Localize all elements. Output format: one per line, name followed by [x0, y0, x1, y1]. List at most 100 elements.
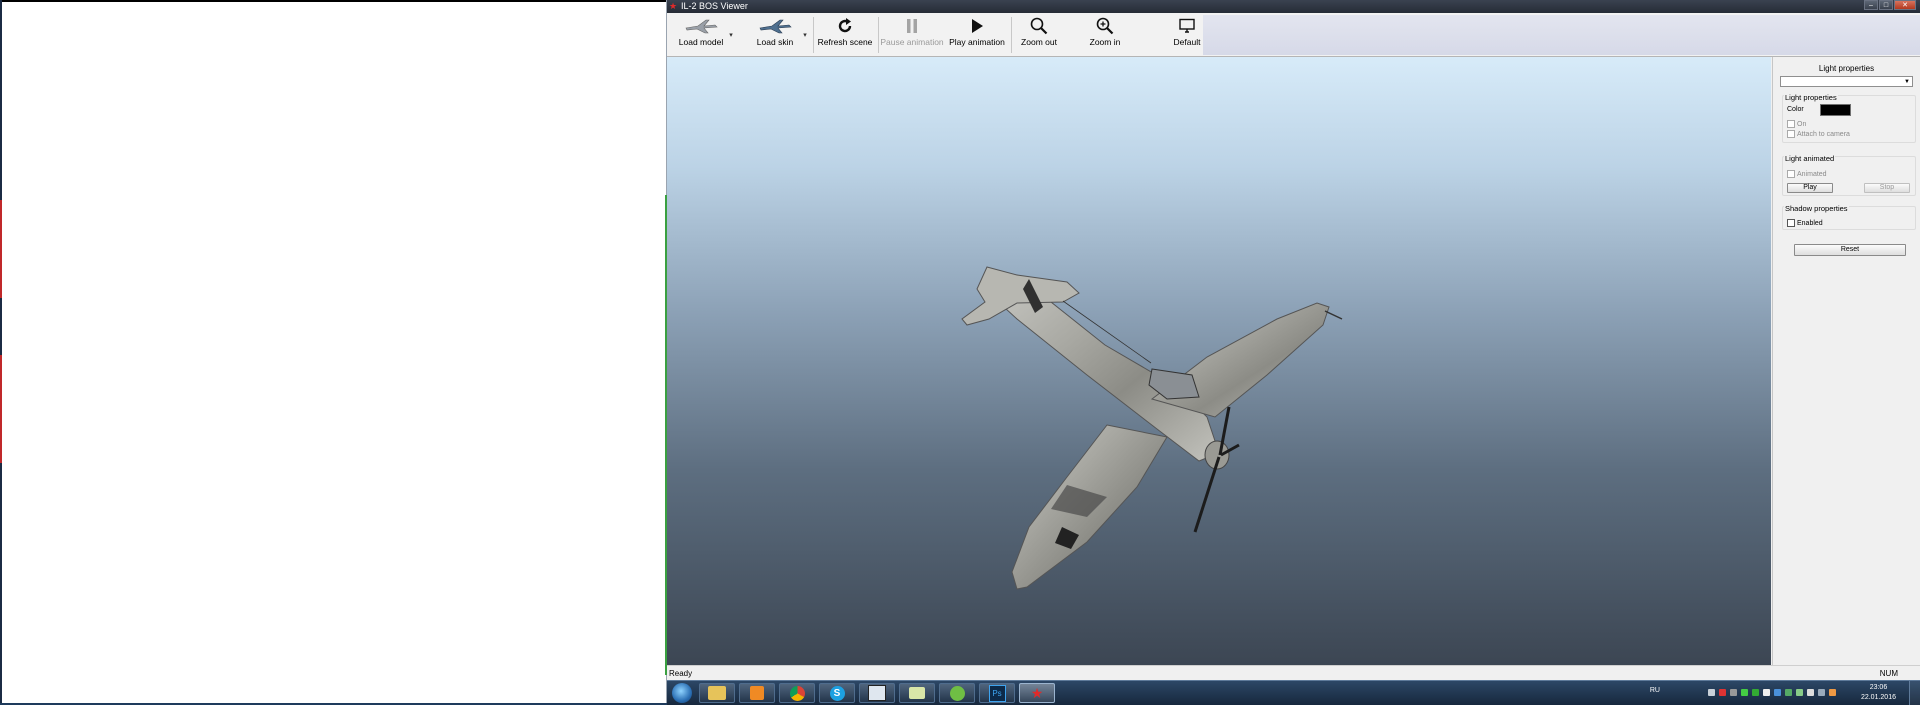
tray-icon[interactable]: [1807, 689, 1814, 696]
folder-icon: [909, 687, 925, 699]
taskbar-il2-viewer[interactable]: ★: [1019, 683, 1055, 703]
taskbar-utorrent[interactable]: [939, 683, 975, 703]
skype-icon: S: [829, 685, 845, 701]
minimize-button[interactable]: –: [1864, 0, 1878, 10]
on-checkbox[interactable]: On: [1787, 120, 1806, 128]
color-label: Color: [1787, 106, 1804, 113]
status-text: Ready: [669, 669, 693, 678]
load-skin-button[interactable]: Load skin: [753, 15, 797, 53]
monitor-icon: [1178, 15, 1196, 37]
edge-mark: [0, 355, 2, 463]
tray-icon[interactable]: [1774, 689, 1781, 696]
taskbar-folder[interactable]: [899, 683, 935, 703]
maximize-icon: □: [1883, 2, 1889, 9]
background-window: [0, 0, 667, 703]
media-player-icon: [750, 686, 764, 700]
default-view-label: Default: [1173, 37, 1201, 47]
clock[interactable]: 23:06 22.01.2016: [1861, 683, 1896, 703]
checkbox-box: [1787, 120, 1795, 128]
stop-button[interactable]: Stop: [1864, 183, 1910, 193]
tray-icon[interactable]: [1829, 689, 1836, 696]
tray-icon[interactable]: [1741, 689, 1748, 696]
maximize-button[interactable]: □: [1879, 0, 1893, 10]
3d-viewport[interactable]: [667, 57, 1771, 665]
pause-icon: [905, 15, 919, 37]
zoom-out-label: Zoom out: [1021, 37, 1057, 47]
attach-camera-checkbox[interactable]: Attach to camera: [1787, 130, 1850, 138]
group-title: Light properties: [1784, 93, 1838, 102]
airplane-icon: [684, 15, 718, 37]
load-skin-dropdown[interactable]: ▾: [801, 31, 809, 41]
tray-icon[interactable]: [1818, 689, 1825, 696]
file-explorer-icon: [708, 686, 726, 700]
refresh-icon: [836, 15, 854, 37]
toolbar-separator: [1011, 17, 1012, 53]
taskbar-download-manager[interactable]: [859, 683, 895, 703]
language-indicator[interactable]: RU: [1650, 687, 1660, 694]
taskbar: S Ps ★ RU 23:06 22.01.2016: [667, 680, 1920, 705]
shadow-enabled-label: Enabled: [1797, 219, 1823, 227]
refresh-scene-button[interactable]: Refresh scene: [817, 15, 873, 53]
reset-button[interactable]: Reset: [1794, 244, 1906, 256]
animated-checkbox[interactable]: Animated: [1787, 170, 1827, 178]
zoom-in-icon: [1096, 15, 1114, 37]
default-view-button[interactable]: Default: [1171, 15, 1203, 53]
load-model-button[interactable]: Load model: [678, 15, 724, 53]
tray-icon[interactable]: [1708, 689, 1715, 696]
toolbar-separator: [878, 17, 879, 53]
tray-icon[interactable]: [1752, 689, 1759, 696]
tray-icon[interactable]: [1785, 689, 1792, 696]
color-swatch[interactable]: [1820, 104, 1851, 116]
pause-animation-label: Pause animation: [880, 37, 944, 47]
zoom-out-icon: [1030, 15, 1048, 37]
load-skin-label: Load skin: [756, 37, 794, 47]
load-model-label: Load model: [678, 37, 724, 47]
play-button[interactable]: Play: [1787, 183, 1833, 193]
close-button[interactable]: ✕: [1894, 0, 1916, 10]
toolbar-filler: [1203, 15, 1920, 55]
close-icon: ✕: [1902, 2, 1908, 9]
tray-icon[interactable]: [1763, 689, 1770, 696]
minimize-icon: –: [1869, 2, 1873, 9]
utorrent-icon: [949, 685, 965, 701]
on-label: On: [1797, 120, 1807, 128]
chrome-icon: [789, 685, 805, 701]
pause-animation-button[interactable]: Pause animation: [880, 15, 944, 53]
light-select[interactable]: ▼: [1780, 76, 1913, 87]
play-animation-button[interactable]: Play animation: [948, 15, 1006, 53]
zoom-out-button[interactable]: Zoom out: [1016, 15, 1062, 53]
group-title: Shadow properties: [1784, 204, 1849, 213]
taskbar-chrome[interactable]: [779, 683, 815, 703]
toolbar-separator: [813, 17, 814, 53]
chevron-down-icon: ▾: [729, 32, 733, 39]
light-properties-group: Light properties Color On Attach to came…: [1782, 93, 1916, 143]
num-lock-indicator: NUM: [1879, 669, 1898, 678]
shadow-enabled-checkbox[interactable]: Enabled: [1787, 219, 1823, 227]
taskbar-skype[interactable]: S: [819, 683, 855, 703]
window-edge: [2, 0, 666, 2]
toolbar: Load model ▾ Load skin ▾ Refresh scene P…: [667, 13, 1920, 57]
tray-icon[interactable]: [1719, 689, 1726, 696]
system-tray: RU 23:06 22.01.2016: [1620, 681, 1920, 705]
tray-icon[interactable]: [1730, 689, 1737, 696]
title-bar: ★ IL-2 BOS Viewer – □ ✕: [667, 0, 1920, 13]
animated-label: Animated: [1797, 170, 1827, 178]
airplane-skin-icon: [758, 15, 792, 37]
show-desktop-button[interactable]: [1909, 681, 1920, 705]
tray-icon[interactable]: [1796, 689, 1803, 696]
load-model-dropdown[interactable]: ▾: [727, 31, 735, 41]
tray-icons: [1708, 689, 1836, 696]
edge-mark: [0, 200, 2, 298]
viewer-window: ★ IL-2 BOS Viewer – □ ✕ Load model ▾ Loa…: [667, 0, 1920, 681]
taskbar-file-explorer[interactable]: [699, 683, 735, 703]
checkbox-box: [1787, 170, 1795, 178]
taskbar-photoshop[interactable]: Ps: [979, 683, 1015, 703]
chevron-down-icon: ▼: [1904, 79, 1910, 85]
taskbar-media-player[interactable]: [739, 683, 775, 703]
aircraft-model: [961, 266, 1343, 590]
start-button[interactable]: [672, 683, 692, 703]
light-properties-panel: Light properties ▼ Light properties Colo…: [1772, 57, 1920, 665]
play-icon: [970, 15, 984, 37]
zoom-in-button[interactable]: Zoom in: [1082, 15, 1128, 53]
checkbox-box: [1787, 130, 1795, 138]
